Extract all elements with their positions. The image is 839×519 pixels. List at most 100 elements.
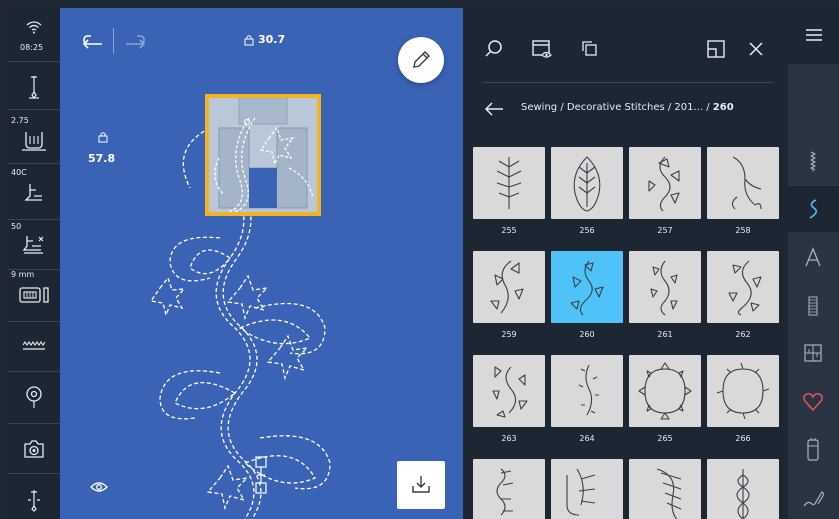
- quilt-stitches-icon: [804, 344, 822, 362]
- copy-icon[interactable]: [579, 38, 601, 60]
- pressure-icon: [22, 236, 44, 254]
- presser-foot-view: [205, 94, 321, 216]
- stitch-pattern-icon: [716, 362, 770, 420]
- redo-icon[interactable]: [122, 32, 146, 50]
- category-rail: [788, 8, 839, 519]
- stitch-pattern-icon: [496, 468, 514, 516]
- pattern-number-label: 266: [735, 434, 751, 443]
- wifi-status[interactable]: 08:25: [8, 8, 60, 62]
- presser-foot-lever-icon: [24, 184, 42, 201]
- stitch-pattern-icon: [650, 260, 678, 316]
- pattern-number-label: 256: [579, 226, 595, 235]
- camera-icon: [24, 440, 44, 458]
- category-alphabets[interactable]: [788, 234, 839, 280]
- window-mode-icon[interactable]: [705, 38, 727, 60]
- stitch-pattern-preview: [149, 117, 331, 519]
- edit-button[interactable]: [398, 37, 444, 83]
- needle-position-button[interactable]: [8, 62, 60, 110]
- pattern-tile[interactable]: [707, 147, 779, 219]
- favorites-icon: [803, 393, 823, 412]
- pattern-tile[interactable]: [473, 251, 545, 323]
- pattern-height-value: 30.7: [258, 33, 286, 46]
- lock-icon: [98, 132, 108, 143]
- stitch-pattern-icon: [656, 468, 682, 519]
- pattern-number-label: 257: [657, 226, 673, 235]
- status-bar: 08:25 2.75 40C 50 9 mm: [8, 8, 60, 519]
- pattern-tile[interactable]: [473, 459, 545, 519]
- category-favorites[interactable]: [788, 378, 839, 424]
- pattern-tile[interactable]: [551, 251, 623, 323]
- pattern-number-label: 258: [735, 226, 751, 235]
- stitch-pattern-icon: [490, 260, 524, 314]
- wifi-icon: [26, 21, 42, 34]
- stitch-pattern-icon: [496, 157, 522, 209]
- close-icon[interactable]: [745, 38, 767, 60]
- menu-button[interactable]: [788, 8, 839, 64]
- download-button[interactable]: [397, 461, 445, 509]
- presser-foot-pressure-button[interactable]: 50: [8, 220, 60, 270]
- category-personal-program[interactable]: [788, 426, 839, 472]
- buttonholes-icon: [808, 296, 818, 316]
- thread-tension-button[interactable]: 40C: [8, 164, 60, 220]
- hamburger-menu-icon: [806, 29, 822, 41]
- bobbin-indicator-button[interactable]: [8, 372, 60, 424]
- pattern-tile[interactable]: [629, 147, 701, 219]
- pattern-tile[interactable]: [707, 355, 779, 427]
- pattern-tile[interactable]: [551, 355, 623, 427]
- pattern-number-label: 259: [501, 330, 517, 339]
- category-decorative-stitches[interactable]: [788, 186, 839, 232]
- pattern-tile[interactable]: [551, 459, 623, 519]
- stitch-designer-icon: [803, 491, 824, 507]
- category-stitch-designer[interactable]: [788, 474, 839, 519]
- presser-foot-pressure-value: 50: [11, 222, 22, 231]
- pattern-tile[interactable]: [707, 251, 779, 323]
- pattern-number-label: 260: [579, 330, 595, 339]
- stitch-plate-icon: [19, 287, 49, 303]
- needle-stop-button[interactable]: [8, 474, 60, 519]
- breadcrumb-path: Sewing / Decorative Stitches / 201... /: [521, 102, 713, 113]
- needle-plate-button[interactable]: 9 mm: [8, 270, 60, 322]
- pattern-tile[interactable]: [707, 459, 779, 519]
- preview-icon[interactable]: [531, 38, 553, 60]
- pattern-tile[interactable]: [551, 147, 623, 219]
- camera-button[interactable]: [8, 424, 60, 474]
- stitch-pattern-icon: [728, 260, 762, 316]
- pattern-width-value: 57.8: [88, 152, 116, 165]
- pattern-grid: 255 256 257 258 259 260 261 262 263 264 265 266: [463, 140, 788, 519]
- pattern-number-label: 262: [735, 330, 751, 339]
- pattern-tile[interactable]: [629, 251, 701, 323]
- stitch-width-button[interactable]: 2.75: [8, 110, 60, 164]
- pattern-tile[interactable]: [629, 355, 701, 427]
- pattern-number-label: 265: [657, 434, 673, 443]
- pattern-number-label: 263: [501, 434, 517, 443]
- feed-dog-button[interactable]: [8, 322, 60, 372]
- lock-icon: [244, 35, 254, 46]
- stitch-pattern-icon: [570, 260, 604, 316]
- breadcrumb[interactable]: Sewing / Decorative Stitches / 201... / …: [521, 102, 734, 113]
- stitch-pattern-icon: [566, 468, 596, 516]
- decorative-stitches-icon: [809, 199, 818, 219]
- toolbar-divider: [483, 82, 773, 83]
- stitch-pattern-icon: [648, 156, 680, 212]
- pattern-tile[interactable]: [629, 459, 701, 519]
- undo-icon[interactable]: [82, 32, 106, 50]
- back-arrow-icon[interactable]: [483, 100, 505, 118]
- bobbin-icon: [26, 386, 42, 408]
- practical-stitches-icon: [809, 151, 817, 172]
- stitch-pattern-icon: [638, 362, 692, 420]
- breadcrumb-current: 260: [712, 102, 734, 113]
- category-practical-stitches[interactable]: [788, 138, 839, 184]
- category-quilt-stitches[interactable]: [788, 330, 839, 376]
- toolbar-divider: [113, 28, 114, 54]
- stitch-canvas[interactable]: 30.7 57.8: [60, 8, 463, 519]
- pattern-number-label: 255: [501, 226, 517, 235]
- stitch-pattern-icon: [492, 366, 528, 418]
- category-buttonholes[interactable]: [788, 282, 839, 328]
- pattern-tile[interactable]: [473, 147, 545, 219]
- stitch-width-value: 2.75: [11, 116, 29, 125]
- eye-icon[interactable]: [90, 481, 108, 493]
- pattern-selection-panel: Sewing / Decorative Stitches / 201... / …: [463, 8, 788, 519]
- search-icon[interactable]: [483, 38, 505, 60]
- pencil-icon: [413, 51, 430, 68]
- pattern-tile[interactable]: [473, 355, 545, 427]
